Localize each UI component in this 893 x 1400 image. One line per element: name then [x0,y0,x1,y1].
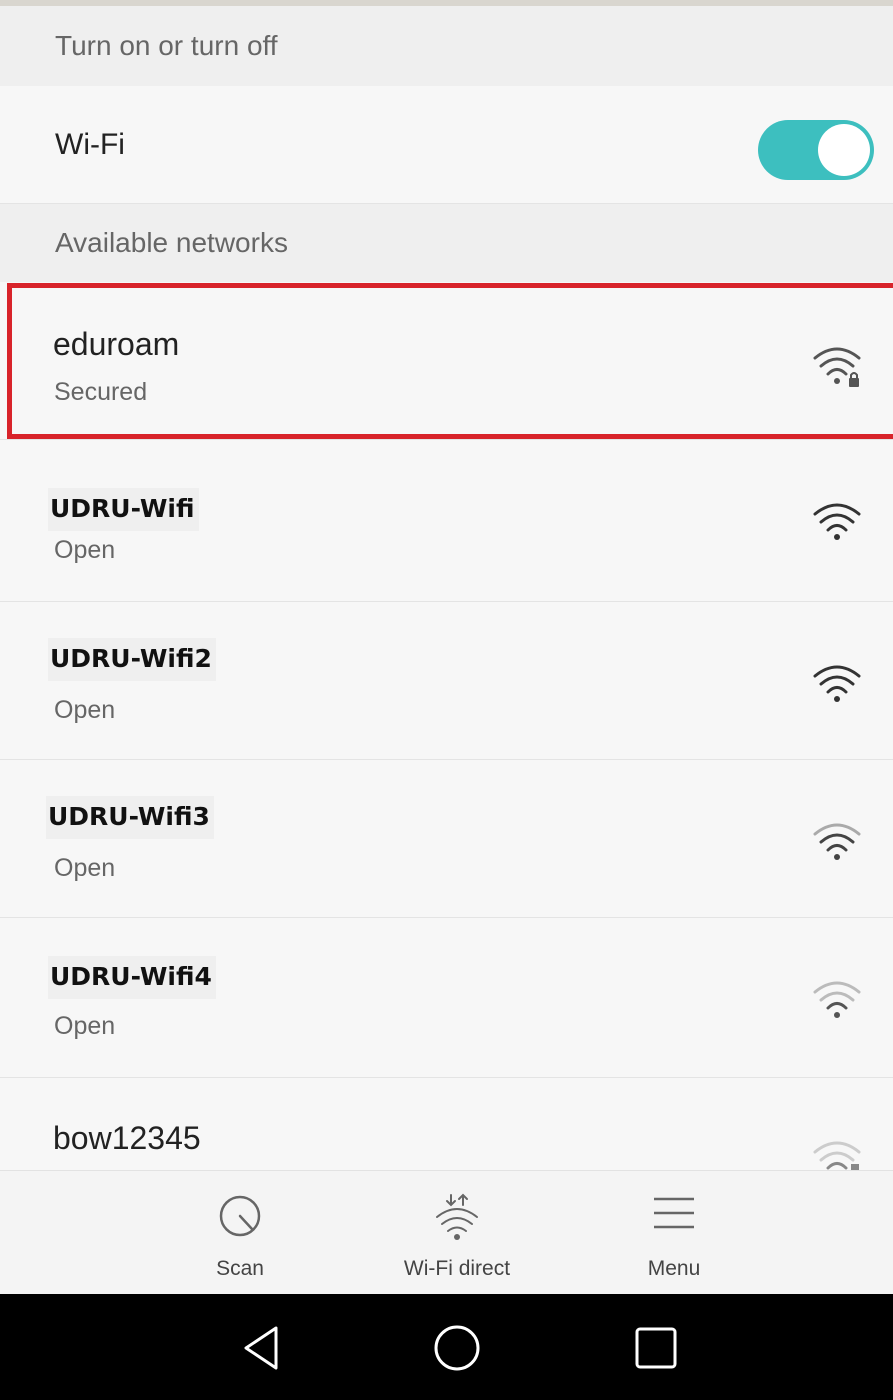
section-header-turn: Turn on or turn off [0,6,893,86]
network-item-udru-wifi2[interactable]: UDRU-Wifi2 Open [0,602,893,760]
network-status: Open [54,1012,116,1040]
network-name: UDRU-Wifi3 [46,796,214,839]
wifi-toggle-row[interactable]: Wi-Fi [0,86,893,204]
scan-button[interactable]: Scan [160,1171,320,1295]
network-status: Open [54,854,116,882]
network-item-udru-wifi4[interactable]: UDRU-Wifi4 Open [0,918,893,1078]
navigation-bar [0,1294,893,1400]
network-item-udru-wifi3[interactable]: UDRU-Wifi3 Open [0,760,893,918]
network-item-udru-wifi[interactable]: UDRU-Wifi Open [0,440,893,602]
menu-button[interactable]: Menu [594,1171,754,1295]
network-status: Secured [54,378,148,406]
section-header-available: Available networks [0,204,893,282]
menu-label: Menu [647,1257,701,1280]
wifi-label: Wi-Fi [55,128,125,161]
network-status: Open [54,696,116,724]
network-item-eduroam[interactable]: eduroam Secured [0,282,893,440]
network-item-bow12345[interactable]: bow12345 [0,1078,893,1170]
scan-label: Scan [216,1257,264,1280]
home-icon[interactable] [427,1318,487,1378]
wifi-toggle-switch[interactable] [758,120,874,180]
wifi-direct-icon [436,1193,478,1240]
network-name: UDRU-Wifi2 [48,638,216,681]
menu-icon [654,1197,694,1229]
wifi-lock-icon [813,1141,861,1170]
network-name: UDRU-Wifi [48,488,199,531]
wifi-icon [813,981,861,1018]
wifi-icon [813,823,861,860]
wifi-lock-icon [813,347,861,387]
wifi-settings-screen: Turn on or turn off Wi-Fi Available netw… [0,0,893,1400]
wifi-icon [813,665,861,702]
network-status: Open [54,536,116,564]
available-label: Available networks [55,227,288,258]
bottom-action-bar: Scan Wi-Fi direct Menu [0,1170,893,1294]
wifi-icon [813,503,861,540]
network-name: eduroam [53,326,180,362]
network-name: bow12345 [53,1120,201,1156]
recents-icon[interactable] [626,1318,686,1378]
wifi-direct-label: Wi-Fi direct [403,1257,511,1280]
scan-icon [219,1195,261,1237]
wifi-direct-button[interactable]: Wi-Fi direct [377,1171,537,1295]
toggle-knob [818,124,870,176]
turn-label: Turn on or turn off [55,30,278,61]
back-icon[interactable] [232,1318,292,1378]
network-name: UDRU-Wifi4 [48,956,216,999]
